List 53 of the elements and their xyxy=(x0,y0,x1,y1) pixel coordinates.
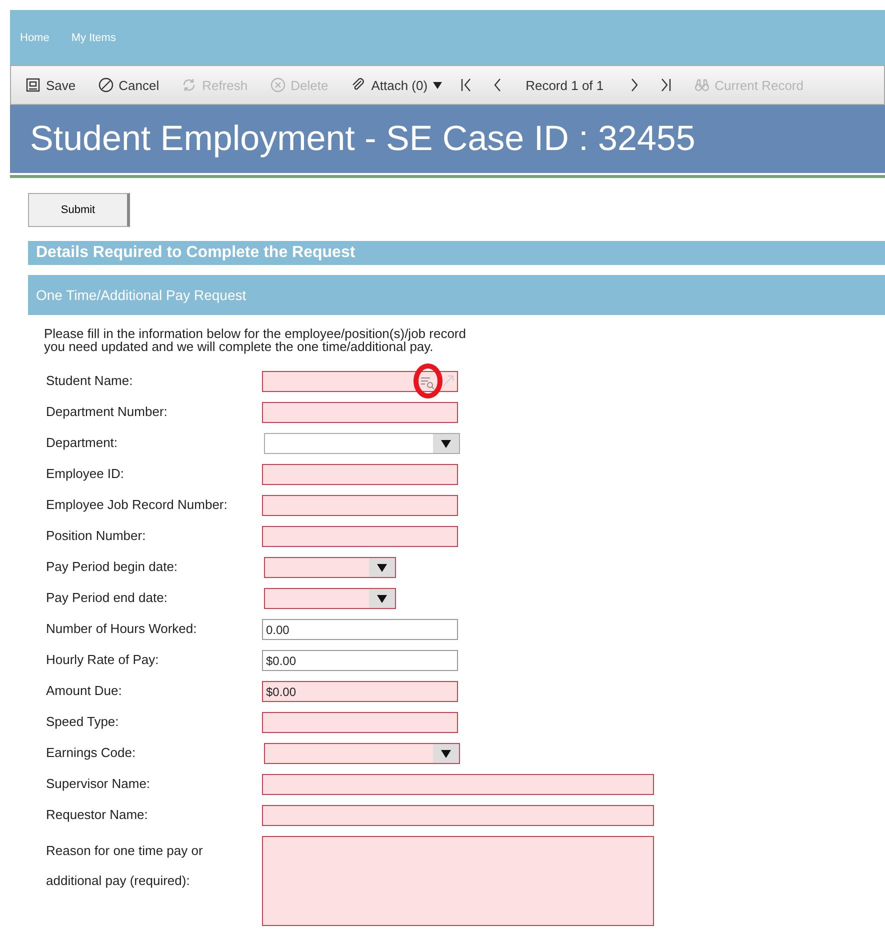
cancel-icon xyxy=(98,77,114,93)
delete-icon xyxy=(270,77,286,93)
record-counter: Record 1 of 1 xyxy=(524,78,605,92)
dropdown[interactable] xyxy=(264,557,396,578)
dropdown[interactable] xyxy=(264,743,460,764)
input-field[interactable] xyxy=(262,774,654,795)
input-field[interactable] xyxy=(262,526,458,547)
field-label: Amount Due: xyxy=(45,682,123,700)
field-label: Employee Job Record Number: xyxy=(45,496,228,514)
input-field[interactable]: $0.00 xyxy=(262,650,458,671)
field-label: Position Number: xyxy=(45,527,147,545)
field-label: Student Name: xyxy=(45,372,134,390)
field-label: Number of Hours Worked: xyxy=(45,620,198,638)
paperclip-icon xyxy=(350,77,366,93)
field-label: Pay Period begin date: xyxy=(45,558,179,576)
save-button[interactable]: Save xyxy=(17,77,84,93)
dropdown[interactable] xyxy=(264,433,460,454)
dropdown[interactable] xyxy=(264,588,396,609)
section-header: Details Required to Complete the Request xyxy=(28,241,885,265)
field-label: Department Number: xyxy=(45,403,168,421)
section-header: One Time/Additional Pay Request xyxy=(28,275,885,315)
submit-button[interactable]: Submit xyxy=(28,193,130,227)
field-label: Reason for one time pay or additional pay (required): xyxy=(45,842,204,890)
text-area[interactable] xyxy=(262,836,654,926)
field-label: Hourly Rate of Pay: xyxy=(45,651,160,669)
open-link-icon[interactable] xyxy=(441,374,455,388)
refresh-icon xyxy=(181,77,198,93)
attach-button[interactable]: Attach (0) xyxy=(342,77,450,93)
save-icon xyxy=(25,77,41,93)
page-title: Student Employment - SE Case ID : 32455 xyxy=(30,119,696,159)
input-field[interactable] xyxy=(262,464,458,485)
field-label: Pay Period end date: xyxy=(45,589,168,607)
input-field[interactable] xyxy=(262,805,654,826)
binoculars-icon xyxy=(694,77,710,93)
lookup-field[interactable] xyxy=(262,371,458,392)
caret-icon xyxy=(377,594,387,602)
field-label: Supervisor Name: xyxy=(45,775,152,793)
field-label: Employee ID: xyxy=(45,465,126,483)
cancel-button[interactable]: Cancel xyxy=(90,77,168,93)
field-label: Earnings Code: xyxy=(45,744,137,762)
input-field[interactable]: $0.00 xyxy=(262,681,458,702)
input-field[interactable]: 0.00 xyxy=(262,619,458,640)
intro-text: Please fill in the information below for the employee/position(s)/job record you need updated and we will complete the one time/additional pay. xyxy=(44,327,467,353)
caret-icon xyxy=(441,750,451,758)
field-label: Department: xyxy=(45,434,119,452)
input-field[interactable] xyxy=(262,402,458,423)
caret-icon xyxy=(441,440,451,448)
caret-icon xyxy=(377,564,387,572)
input-field[interactable] xyxy=(262,495,458,516)
field-label: Speed Type: xyxy=(45,713,120,731)
field-label: Requestor Name: xyxy=(45,806,149,824)
caret-icon xyxy=(432,82,442,88)
input-field[interactable] xyxy=(262,712,458,733)
